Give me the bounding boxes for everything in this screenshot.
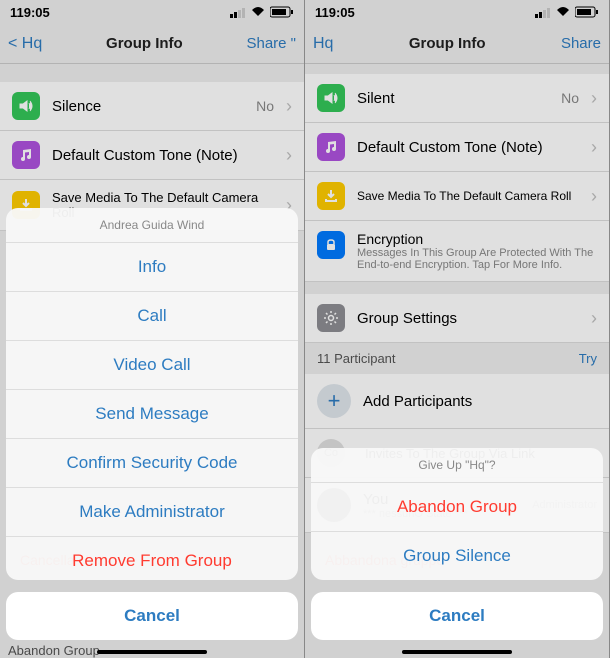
status-icons: [535, 6, 599, 18]
nav-bar: < Hq Group Info Share ": [0, 24, 304, 64]
tone-row[interactable]: Default Custom Tone (Note) ›: [305, 123, 609, 172]
make-admin-action[interactable]: Make Administrator: [6, 488, 298, 537]
encryption-sub: Messages In This Group Are Protected Wit…: [357, 247, 597, 271]
nav-bar: Hq Group Info Share: [305, 24, 609, 64]
nav-title: Group Info: [409, 35, 486, 52]
share-button[interactable]: Share ": [246, 35, 296, 52]
tone-row[interactable]: Default Custom Tone (Note) ›: [0, 131, 304, 180]
status-time: 119:05: [315, 5, 355, 20]
sheet-title: Andrea Guida Wind: [6, 208, 298, 243]
nav-title: Group Info: [106, 35, 183, 52]
lock-icon: [317, 231, 345, 259]
silent-row[interactable]: Silent No ›: [305, 74, 609, 123]
save-label: Save Media To The Default Camera Roll: [357, 189, 579, 203]
silence-value: No: [256, 98, 274, 114]
chevron-right-icon: ›: [591, 308, 597, 329]
battery-icon: [575, 6, 599, 18]
remove-from-group-action[interactable]: Remove From Group: [6, 537, 298, 580]
sheet-title: Give Up "Hq"?: [311, 448, 603, 483]
chevron-right-icon: ›: [591, 186, 597, 207]
wifi-icon: [250, 6, 266, 18]
plus-icon: +: [317, 384, 351, 418]
silence-row[interactable]: Silence No ›: [0, 82, 304, 131]
share-button[interactable]: Share: [561, 35, 601, 52]
home-indicator: [402, 650, 512, 654]
chevron-right-icon: ›: [286, 145, 292, 166]
home-indicator: [97, 650, 207, 654]
chevron-right-icon: ›: [591, 137, 597, 158]
tone-label: Default Custom Tone (Note): [52, 147, 274, 164]
video-call-action[interactable]: Video Call: [6, 341, 298, 390]
battery-icon: [270, 6, 294, 18]
cancel-button[interactable]: Cancel: [311, 592, 603, 640]
info-action[interactable]: Info: [6, 243, 298, 292]
sound-icon: [12, 92, 40, 120]
abandon-group-link[interactable]: Abandon Group: [8, 643, 100, 658]
add-participants-label: Add Participants: [363, 393, 597, 410]
chevron-right-icon: ›: [286, 96, 292, 117]
group-settings-row[interactable]: Group Settings ›: [305, 294, 609, 343]
signal-icon: [535, 6, 551, 18]
status-icons: [230, 6, 294, 18]
leave-action-sheet: Give Up "Hq"? Abandon Group Group Silenc…: [311, 448, 603, 580]
confirm-security-action[interactable]: Confirm Security Code: [6, 439, 298, 488]
chevron-right-icon: ›: [591, 88, 597, 109]
participants-count: 11 Participant: [317, 351, 396, 366]
silent-label: Silent: [357, 90, 549, 107]
music-icon: [12, 141, 40, 169]
call-action[interactable]: Call: [6, 292, 298, 341]
save-media-row[interactable]: Save Media To The Default Camera Roll ›: [305, 172, 609, 221]
wifi-icon: [555, 6, 571, 18]
status-bar: 119:05: [0, 0, 304, 24]
try-link[interactable]: Try: [579, 351, 597, 366]
silent-value: No: [561, 90, 579, 106]
signal-icon: [230, 6, 246, 18]
tone-label: Default Custom Tone (Note): [357, 139, 579, 156]
group-silence-action[interactable]: Group Silence: [311, 532, 603, 580]
back-button[interactable]: < Hq: [8, 35, 42, 53]
back-button[interactable]: Hq: [313, 35, 333, 53]
abandon-group-action[interactable]: Abandon Group: [311, 483, 603, 532]
contact-action-sheet: Andrea Guida Wind Info Call Video Call S…: [6, 208, 298, 580]
add-participants-row[interactable]: + Add Participants: [305, 374, 609, 429]
group-settings-label: Group Settings: [357, 310, 579, 327]
cancel-button[interactable]: Cancel: [6, 592, 298, 640]
download-icon: [317, 182, 345, 210]
status-bar: 119:05: [305, 0, 609, 24]
music-icon: [317, 133, 345, 161]
status-time: 119:05: [10, 5, 50, 20]
send-message-action[interactable]: Send Message: [6, 390, 298, 439]
silence-label: Silence: [52, 98, 244, 115]
encryption-label: Encryption: [357, 231, 597, 247]
encryption-row[interactable]: Encryption Messages In This Group Are Pr…: [305, 221, 609, 282]
gear-icon: [317, 304, 345, 332]
participants-header: 11 Participant Try: [305, 343, 609, 374]
sound-icon: [317, 84, 345, 112]
